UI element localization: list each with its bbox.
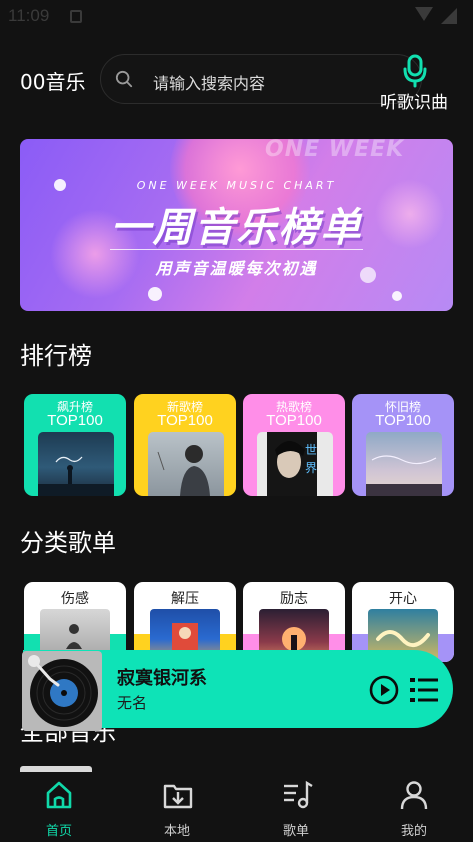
nav-item-home[interactable]: 首页 (24, 780, 94, 839)
ranking-cover: 世 界 (257, 432, 333, 496)
ranking-card-classic[interactable]: 怀旧榜 TOP100 (352, 394, 454, 496)
nav-item-playlists[interactable]: 歌单 (261, 780, 331, 839)
song-recognition-label[interactable]: 听歌识曲 (380, 88, 448, 113)
promo-banner[interactable]: ONE WEEK ONE WEEK MUSIC CHART 一周音乐榜单 用声音… (20, 139, 453, 311)
ranking-card-hot[interactable]: 热歌榜 TOP100 世 界 (243, 394, 345, 496)
category-name: 励志 (280, 591, 308, 607)
ranking-top: TOP100 (375, 412, 431, 429)
wifi-icon (415, 7, 433, 21)
search-input[interactable]: 请输入搜索内容 (100, 54, 422, 104)
category-name: 开心 (389, 591, 417, 607)
banner-title: 一周音乐榜单 (110, 205, 363, 251)
nav-item-local[interactable]: 本地 (142, 780, 212, 839)
folder-download-icon (163, 784, 193, 809)
ranking-top: TOP100 (157, 412, 213, 429)
nav-label: 我的 (400, 824, 427, 839)
banner-dot (392, 291, 402, 301)
playlist-music-icon (284, 780, 313, 809)
now-playing-artist: 无名 (117, 694, 148, 712)
nav-label: 歌单 (282, 824, 309, 839)
playlist-icon[interactable] (409, 676, 439, 704)
album-disc[interactable] (22, 651, 102, 731)
cover-figure-icon (38, 456, 114, 496)
ranking-top: TOP100 (47, 412, 103, 429)
banner-watermark: ONE WEEK (265, 139, 405, 162)
cover-portrait-icon (157, 445, 210, 496)
svg-text:世: 世 (305, 443, 317, 457)
categories-title: 分类歌单 (20, 529, 116, 557)
cover-portrait-icon: 世 界 (267, 432, 317, 496)
ranking-cover (148, 432, 224, 496)
sim-icon (70, 10, 82, 23)
status-time: 11:09 (8, 6, 50, 25)
ranking-cover (38, 432, 114, 496)
play-icon[interactable] (369, 675, 399, 705)
person-icon (400, 781, 428, 810)
banner-divider (110, 249, 363, 250)
category-name: 解压 (171, 591, 199, 607)
rankings-title: 排行榜 (20, 342, 92, 370)
status-bar: 11:09 (0, 0, 473, 34)
nav-label: 首页 (45, 824, 72, 839)
vinyl-record-icon (28, 655, 98, 727)
search-placeholder: 请输入搜索内容 (153, 74, 266, 93)
banner-tagline: 用声音温暖每次初遇 (155, 259, 318, 278)
microphone-icon[interactable] (402, 54, 428, 88)
nav-label: 本地 (163, 824, 190, 839)
home-icon (46, 781, 72, 809)
cover-sky-icon (366, 455, 442, 496)
ranking-card-rising[interactable]: 飙升榜 TOP100 (24, 394, 126, 496)
ranking-top: TOP100 (266, 412, 322, 429)
signal-icon (441, 8, 457, 24)
banner-dot (148, 287, 162, 301)
svg-text:界: 界 (305, 461, 317, 475)
ranking-card-new[interactable]: 新歌榜 TOP100 (134, 394, 236, 496)
now-playing-title: 寂寞银河系 (117, 668, 207, 689)
banner-subtitle: ONE WEEK MUSIC CHART (136, 179, 337, 192)
search-icon (115, 70, 133, 88)
category-name: 伤感 (61, 591, 89, 607)
nav-item-profile[interactable]: 我的 (379, 780, 449, 839)
app-title: 00音乐 (20, 70, 86, 94)
bottom-nav: 首页 本地 歌单 我的 (0, 772, 473, 842)
ranking-cover (366, 432, 442, 496)
